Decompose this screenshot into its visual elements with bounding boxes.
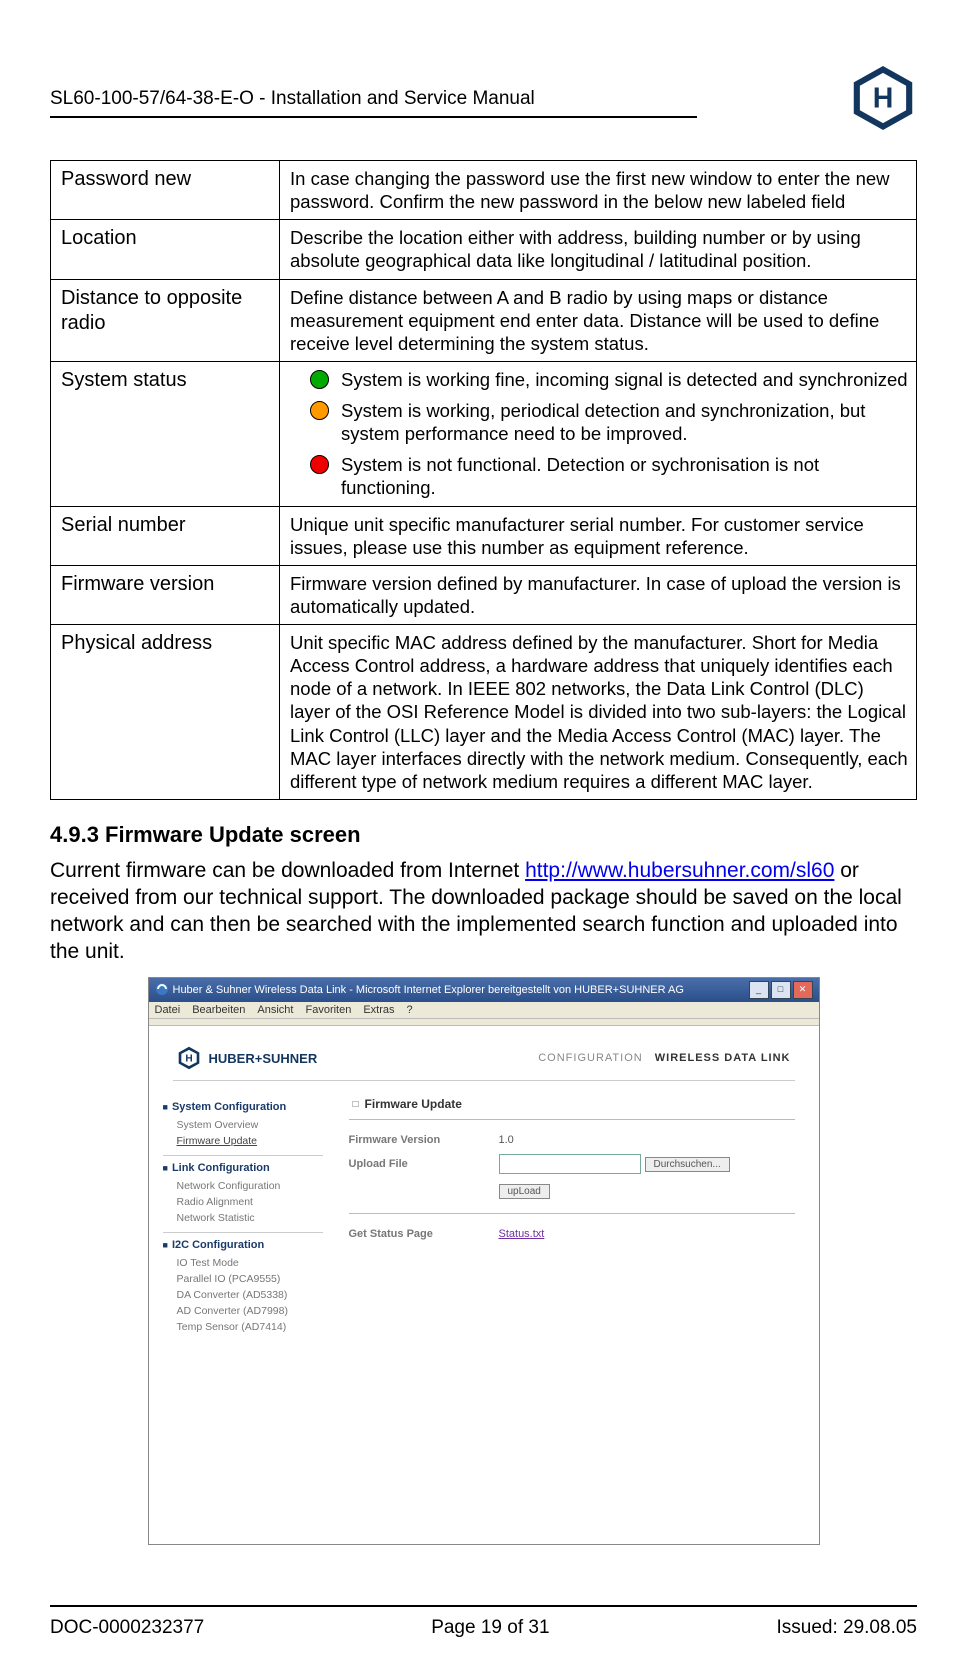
status-page-row: Get Status Page Status.txt (349, 1224, 795, 1244)
minimize-button[interactable]: _ (749, 981, 769, 999)
term-cell: Serial number (51, 506, 280, 565)
sidebar-item-io-test[interactable]: IO Test Mode (163, 1255, 323, 1271)
page-footer: DOC-0000232377 Page 19 of 31 Issued: 29.… (50, 1585, 917, 1639)
menu-item[interactable]: Ansicht (257, 1004, 293, 1016)
sidebar-item-temp-sensor[interactable]: Temp Sensor (AD7414) (163, 1319, 323, 1335)
sidebar-item-network-statistic[interactable]: Network Statistic (163, 1210, 323, 1226)
table-row: Firmware version Firmware version define… (51, 565, 917, 624)
table-row: Physical address Unit specific MAC addre… (51, 625, 917, 800)
status-dot-red-icon (310, 455, 329, 474)
table-row: System status System is working fine, in… (51, 361, 917, 506)
brand: H HUBER+SUHNER (177, 1046, 318, 1070)
menu-item[interactable]: Datei (155, 1004, 181, 1016)
window-title: Huber & Suhner Wireless Data Link - Micr… (173, 984, 684, 996)
definitions-table: Password new In case changing the passwo… (50, 160, 917, 800)
sidebar-group-system[interactable]: System Configuration (163, 1101, 323, 1113)
doc-title: SL60-100-57/64-38-E-O - Installation and… (50, 88, 829, 116)
svg-text:H: H (185, 1054, 192, 1065)
section-paragraph: Current firmware can be downloaded from … (50, 858, 917, 966)
sidebar-item-ad-converter[interactable]: AD Converter (AD7998) (163, 1303, 323, 1319)
menu-item[interactable]: ? (407, 1004, 413, 1016)
menu-item[interactable]: Favoriten (305, 1004, 351, 1016)
status-row-green: System is working fine, incoming signal … (290, 368, 908, 391)
term-cell: System status (51, 361, 280, 506)
browser-screenshot: Huber & Suhner Wireless Data Link - Micr… (148, 977, 820, 1545)
sidebar-item-parallel-io[interactable]: Parallel IO (PCA9555) (163, 1271, 323, 1287)
term-cell: Physical address (51, 625, 280, 800)
footer-page-number: Page 19 of 31 (431, 1617, 549, 1639)
firmware-version-row: Firmware Version 1.0 (349, 1130, 795, 1150)
footer-doc-id: DOC-0000232377 (50, 1617, 204, 1639)
desc-cell: Define distance between A and B radio by… (280, 279, 917, 361)
status-txt-link[interactable]: Status.txt (499, 1228, 545, 1240)
maximize-button[interactable]: □ (771, 981, 791, 999)
ie-icon (155, 982, 169, 999)
browser-menubar: Datei Bearbeiten Ansicht Favoriten Extra… (149, 1002, 819, 1019)
footer-issued-date: Issued: 29.08.05 (776, 1617, 917, 1639)
panel-title: Firmware Update (349, 1095, 795, 1117)
term-cell: Password new (51, 161, 280, 220)
header-rule (50, 116, 697, 118)
sidebar-item-firmware-update[interactable]: Firmware Update (163, 1133, 323, 1149)
sidebar-item-radio-alignment[interactable]: Radio Alignment (163, 1194, 323, 1210)
sidebar-item-da-converter[interactable]: DA Converter (AD5338) (163, 1287, 323, 1303)
desc-cell: In case changing the password use the fi… (280, 161, 917, 220)
table-row: Distance to opposite radio Define distan… (51, 279, 917, 361)
sidebar: System Configuration System Overview Fir… (153, 1081, 329, 1540)
firmware-version-value: 1.0 (499, 1134, 514, 1146)
term-cell: Location (51, 220, 280, 279)
sidebar-group-link[interactable]: Link Configuration (163, 1162, 323, 1174)
table-row: Password new In case changing the passwo… (51, 161, 917, 220)
brand-logo-icon: H (177, 1046, 201, 1070)
sidebar-group-i2c[interactable]: I2C Configuration (163, 1239, 323, 1251)
table-row: Serial number Unique unit specific manuf… (51, 506, 917, 565)
desc-cell: Unit specific MAC address defined by the… (280, 625, 917, 800)
app-header: H HUBER+SUHNER CONFIGURATION WIRELESS DA… (153, 1030, 815, 1080)
status-row-orange: System is working, periodical detection … (290, 399, 908, 445)
section-heading: 4.9.3 Firmware Update screen (50, 822, 917, 848)
menu-item[interactable]: Extras (363, 1004, 394, 1016)
desc-cell: Unique unit specific manufacturer serial… (280, 506, 917, 565)
table-row: Location Describe the location either wi… (51, 220, 917, 279)
page-context: CONFIGURATION WIRELESS DATA LINK (538, 1052, 790, 1064)
desc-cell: System is working fine, incoming signal … (280, 361, 917, 506)
browse-button[interactable]: Durchsuchen... (645, 1157, 730, 1172)
term-cell: Firmware version (51, 565, 280, 624)
desc-cell: Describe the location either with addres… (280, 220, 917, 279)
term-cell: Distance to opposite radio (51, 279, 280, 361)
upload-file-input[interactable] (499, 1154, 641, 1174)
browser-titlebar: Huber & Suhner Wireless Data Link - Micr… (149, 978, 819, 1002)
upload-file-row: Upload File Durchsuchen... (349, 1150, 795, 1178)
firmware-download-link[interactable]: http://www.hubersuhner.com/sl60 (525, 859, 834, 882)
menu-item[interactable]: Bearbeiten (192, 1004, 245, 1016)
upload-button[interactable]: upLoad (499, 1184, 550, 1199)
status-row-red: System is not functional. Detection or s… (290, 453, 908, 499)
svg-text:H: H (873, 83, 894, 115)
page-header: SL60-100-57/64-38-E-O - Installation and… (50, 74, 917, 132)
status-dot-green-icon (310, 370, 329, 389)
desc-cell: Firmware version defined by manufacturer… (280, 565, 917, 624)
close-button[interactable]: ✕ (793, 981, 813, 999)
status-dot-orange-icon (310, 401, 329, 420)
content-pane: Firmware Update Firmware Version 1.0 Upl… (329, 1081, 815, 1540)
company-logo-icon: H (849, 64, 917, 132)
sidebar-item-system-overview[interactable]: System Overview (163, 1117, 323, 1133)
sidebar-item-network-config[interactable]: Network Configuration (163, 1178, 323, 1194)
